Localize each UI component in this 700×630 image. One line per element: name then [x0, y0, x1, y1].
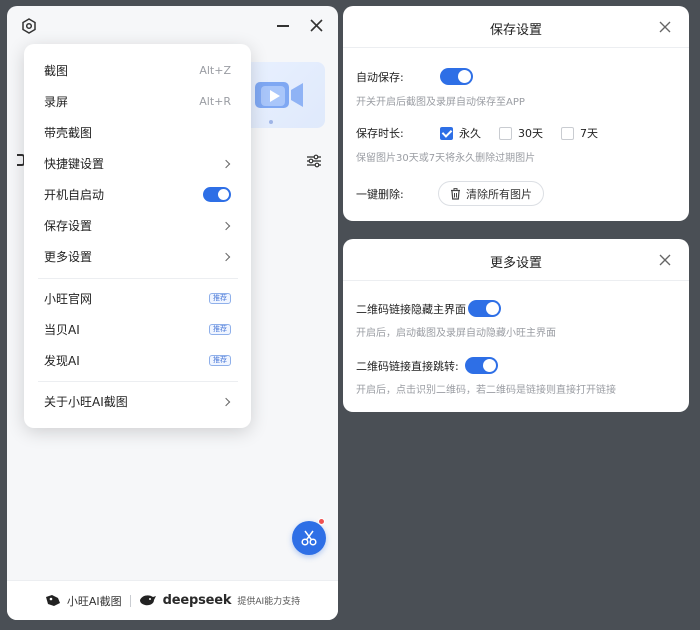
checkbox[interactable] [499, 126, 512, 140]
menu-item-label: 录屏 [44, 95, 69, 109]
footer-partner: deepseek [162, 593, 232, 608]
option-label: 7天 [580, 127, 598, 140]
footer-support-text: 提供AI能力支持 [237, 597, 301, 607]
video-camera-icon [255, 82, 303, 108]
recommend-badge: 推荐 [209, 355, 231, 366]
qr-hide-toggle[interactable] [468, 300, 501, 317]
menu-item-shortcut: Alt+Z [199, 64, 231, 77]
panel-header: 更多设置 [343, 239, 689, 281]
menu-item-shortcut: Alt+R [199, 95, 231, 108]
close-icon[interactable] [659, 21, 671, 33]
deepseek-logo-icon [139, 595, 156, 606]
chevron-right-icon [221, 159, 231, 168]
settings-icon[interactable] [21, 18, 37, 34]
menu-item-label: 开机自启动 [44, 188, 105, 202]
save-settings-panel: 保存设置 自动保存: 开关开启后截图及录屏自动保存至APP 保存时长: 永久 3… [343, 6, 689, 221]
menu-item-label: 发现AI [44, 354, 80, 368]
option-label: 30天 [518, 127, 543, 140]
auto-save-hint: 开关开启后截图及录屏自动保存至APP [356, 97, 525, 108]
chevron-right-icon [221, 252, 231, 261]
screenshot-fab-button[interactable] [292, 521, 326, 555]
minimize-icon[interactable] [277, 25, 289, 27]
menu-item-save-settings[interactable]: 保存设置 [24, 210, 251, 241]
one-click-delete-label: 一键删除: [356, 187, 404, 201]
close-icon[interactable] [659, 254, 671, 266]
menu-item-dangbei-ai[interactable]: 当贝AI 推荐 [24, 314, 251, 345]
menu-item-label: 快捷键设置 [44, 157, 105, 171]
save-duration-label: 保存时长: [356, 127, 404, 140]
menu-item-label: 当贝AI [44, 323, 80, 337]
adjust-filter-icon[interactable] [306, 154, 322, 168]
more-settings-panel: 更多设置 二维码链接隐藏主界面 开启后，启动截图及录屏自动隐藏小旺主界面 二维码… [343, 239, 689, 412]
menu-item-about[interactable]: 关于小旺AI截图 [24, 386, 251, 417]
menu-item-record[interactable]: 录屏 Alt+R [24, 86, 251, 117]
menu-item-discover-ai[interactable]: 发现AI 推荐 [24, 345, 251, 376]
menu-item-hotkeys[interactable]: 快捷键设置 [24, 148, 251, 179]
qr-hide-hint: 开启后，启动截图及录屏自动隐藏小旺主界面 [356, 328, 556, 339]
toggle-knob [482, 359, 496, 372]
panel-header: 保存设置 [343, 6, 689, 48]
clear-button-label: 清除所有图片 [466, 187, 532, 201]
clear-all-images-button[interactable]: 清除所有图片 [438, 181, 544, 206]
notification-dot [318, 518, 325, 525]
footer-brand: 小旺AI截图 [66, 594, 122, 608]
toggle-knob [458, 70, 471, 83]
qr-jump-hint: 开启后，点击识别二维码，若二维码是链接则直接打开链接 [356, 385, 616, 396]
close-icon[interactable] [309, 18, 324, 33]
menu-item-official-site[interactable]: 小旺官网 推荐 [24, 283, 251, 314]
auto-save-toggle[interactable] [440, 68, 473, 85]
autostart-toggle[interactable] [203, 187, 231, 202]
checkbox[interactable] [561, 126, 574, 140]
window-title-bar [7, 6, 338, 46]
menu-divider [38, 278, 238, 279]
toggle-knob [218, 189, 229, 200]
checkbox-checked[interactable] [440, 126, 453, 140]
menu-item-shell-screenshot[interactable]: 带壳截图 [24, 117, 251, 148]
menu-item-label: 小旺官网 [44, 292, 93, 306]
menu-item-label: 更多设置 [44, 250, 93, 264]
footer-bar: 小旺AI截图 deepseek 提供AI能力支持 [7, 580, 338, 620]
panel-title: 保存设置 [489, 23, 542, 38]
auto-save-row: 自动保存: [356, 68, 473, 85]
menu-item-label: 截图 [44, 64, 69, 78]
qr-jump-toggle[interactable] [464, 357, 498, 374]
carousel-dot [269, 120, 273, 124]
option-label: 永久 [459, 127, 481, 140]
duration-option-30-days[interactable]: 30天 [499, 125, 543, 141]
chevron-right-icon [221, 221, 231, 230]
menu-item-autostart[interactable]: 开机自启动 [24, 179, 251, 210]
menu-item-label: 保存设置 [44, 219, 93, 233]
duration-option-7-days[interactable]: 7天 [561, 125, 598, 141]
panel-title: 更多设置 [489, 256, 542, 271]
qr-hide-label: 二维码链接隐藏主界面 [356, 302, 466, 316]
menu-item-more-settings[interactable]: 更多设置 [24, 241, 251, 272]
qr-jump-label: 二维码链接直接跳转: [356, 359, 459, 373]
menu-item-screenshot[interactable]: 截图 Alt+Z [24, 55, 251, 86]
xiaowang-logo-icon [45, 594, 60, 606]
menu-item-label: 关于小旺AI截图 [44, 395, 128, 409]
one-click-delete-row: 一键删除: 清除所有图片 [356, 181, 544, 206]
toggle-knob [486, 302, 499, 315]
save-duration-row: 保存时长: 永久 30天 7天 [356, 125, 616, 141]
qr-jump-row: 二维码链接直接跳转: [356, 357, 498, 374]
save-duration-hint: 保留图片30天或7天将永久删除过期图片 [356, 153, 536, 164]
qr-hide-row: 二维码链接隐藏主界面 [356, 300, 501, 317]
menu-divider [38, 381, 238, 382]
recommend-badge: 推荐 [209, 293, 231, 304]
footer-separator [129, 594, 131, 607]
menu-item-label: 带壳截图 [44, 126, 93, 140]
chevron-right-icon [221, 397, 231, 406]
auto-save-label: 自动保存: [356, 70, 404, 84]
settings-dropdown-menu: 截图 Alt+Z 录屏 Alt+R 带壳截图 快捷键设置 开机自启动 保存设置 … [24, 44, 251, 428]
scissors-icon [301, 530, 317, 546]
recommend-badge: 推荐 [209, 324, 231, 335]
trash-icon [451, 187, 460, 200]
duration-option-permanent[interactable]: 永久 [440, 125, 481, 141]
